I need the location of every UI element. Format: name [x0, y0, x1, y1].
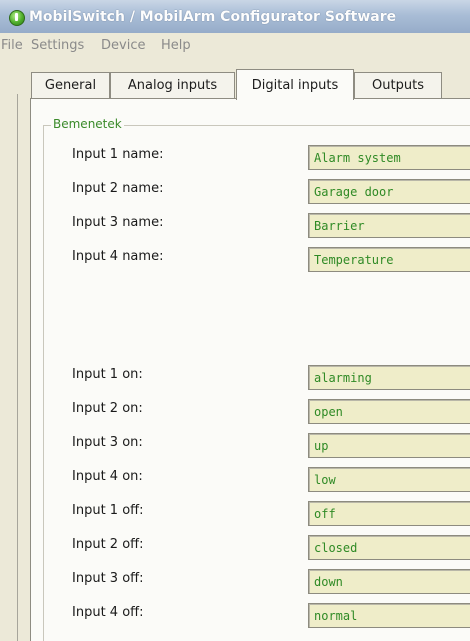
app-icon[interactable]: [9, 10, 25, 26]
input-1-on-field[interactable]: [308, 365, 470, 390]
input-1-name-label: Input 1 name:: [72, 147, 164, 162]
menu-settings[interactable]: Settings: [31, 38, 84, 53]
menu-file[interactable]: File: [1, 38, 23, 53]
input-4-off-field[interactable]: [308, 603, 470, 628]
tab-digital-inputs[interactable]: Digital inputs: [236, 69, 354, 100]
input-2-off-field[interactable]: [308, 535, 470, 560]
tab-analog-inputs[interactable]: Analog inputs: [110, 72, 235, 98]
input-1-on-label: Input 1 on:: [72, 367, 143, 382]
input-2-on-label: Input 2 on:: [72, 401, 143, 416]
input-4-name-label: Input 4 name:: [72, 249, 164, 264]
tab-general-label: General: [44, 78, 97, 93]
input-1-off-label: Input 1 off:: [72, 503, 144, 518]
tab-digital-inputs-label: Digital inputs: [251, 77, 339, 93]
window-title: MobilSwitch / MobilArm Configurator Soft…: [29, 9, 397, 25]
tab-general[interactable]: General: [31, 72, 110, 98]
input-3-on-field[interactable]: [308, 433, 470, 458]
input-2-name-field[interactable]: [308, 179, 470, 204]
tab-outputs[interactable]: Outputs: [354, 72, 442, 98]
input-3-on-label: Input 3 on:: [72, 435, 143, 450]
input-2-on-field[interactable]: [308, 399, 470, 424]
input-3-name-label: Input 3 name:: [72, 215, 164, 230]
input-4-off-label: Input 4 off:: [72, 605, 144, 620]
input-1-off-field[interactable]: [308, 501, 470, 526]
menu-device[interactable]: Device: [101, 38, 145, 53]
input-4-on-label: Input 4 on:: [72, 469, 143, 484]
input-4-name-field[interactable]: [308, 247, 470, 272]
input-3-off-label: Input 3 off:: [72, 571, 144, 586]
groupbox-legend: Bemenetek: [51, 117, 124, 131]
input-3-name-field[interactable]: [308, 213, 470, 238]
input-2-off-label: Input 2 off:: [72, 537, 144, 552]
input-4-on-field[interactable]: [308, 467, 470, 492]
menu-bar: File Settings Device Help: [0, 33, 470, 60]
input-1-name-field[interactable]: [308, 145, 470, 170]
panel-divider: [17, 94, 18, 641]
menu-help[interactable]: Help: [161, 38, 191, 53]
tab-page-border: [30, 98, 31, 641]
tab-analog-inputs-label: Analog inputs: [127, 78, 218, 93]
input-2-name-label: Input 2 name:: [72, 181, 164, 196]
tab-outputs-label: Outputs: [372, 78, 424, 93]
title-bar[interactable]: MobilSwitch / MobilArm Configurator Soft…: [0, 0, 470, 33]
input-3-off-field[interactable]: [308, 569, 470, 594]
